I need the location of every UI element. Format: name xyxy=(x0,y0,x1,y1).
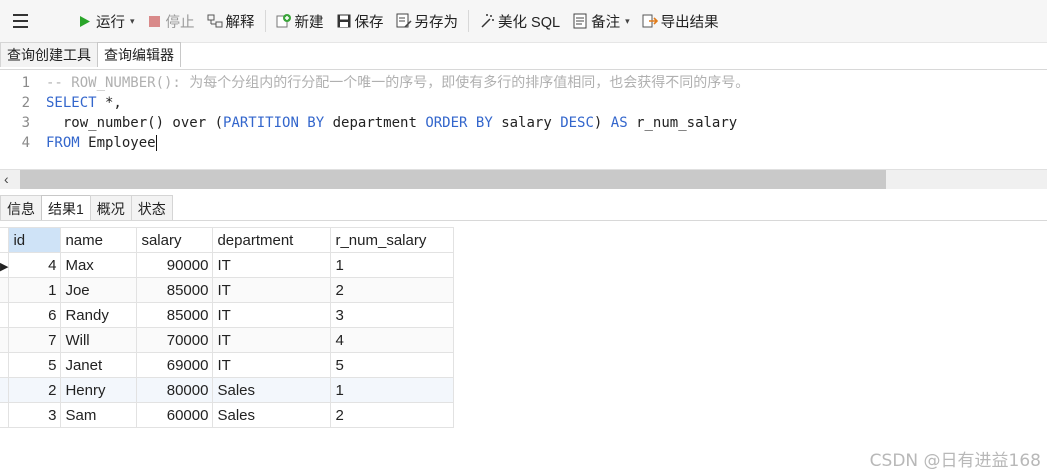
result-grid: id name salary department r_num_salary ▶… xyxy=(0,227,455,428)
save-as-icon xyxy=(396,13,412,29)
tab-info[interactable]: 信息 xyxy=(0,195,42,221)
cell-name[interactable]: Janet xyxy=(60,352,138,378)
export-icon xyxy=(642,13,658,29)
grid-header-row: id name salary department r_num_salary xyxy=(0,227,455,253)
code-line-2: 2 SELECT *, xyxy=(21,95,122,111)
cell-r-num-salary[interactable]: 2 xyxy=(330,277,455,303)
cell-r-num-salary[interactable]: 2 xyxy=(330,402,455,428)
new-query-icon xyxy=(276,13,292,29)
cell-salary[interactable]: 60000 xyxy=(136,402,214,428)
tab-query-editor[interactable]: 查询编辑器 xyxy=(97,42,181,67)
scrollbar-thumb[interactable] xyxy=(20,170,886,189)
cell-department[interactable]: IT xyxy=(212,302,332,328)
cell-r-num-salary[interactable]: 1 xyxy=(330,377,455,403)
tab-result-1[interactable]: 结果1 xyxy=(41,195,91,221)
play-icon xyxy=(77,13,93,29)
cell-department[interactable]: IT xyxy=(212,327,332,353)
explain-icon xyxy=(207,13,223,29)
table-row[interactable]: 6 Randy 85000 IT 3 xyxy=(0,302,455,328)
table-row[interactable]: 1 Joe 85000 IT 2 xyxy=(0,277,455,303)
cell-r-num-salary[interactable]: 3 xyxy=(330,302,455,328)
column-header-id[interactable]: id xyxy=(8,227,62,253)
save-as-button[interactable]: 另存为 xyxy=(390,8,465,34)
cell-salary[interactable]: 90000 xyxy=(136,252,214,278)
stop-button[interactable]: 停止 xyxy=(141,8,201,34)
cell-r-num-salary[interactable]: 4 xyxy=(330,327,455,353)
table-row[interactable]: 5 Janet 69000 IT 5 xyxy=(0,352,455,378)
export-results-button[interactable]: 导出结果 xyxy=(636,8,725,34)
editor-horizontal-scrollbar[interactable]: ‹ xyxy=(0,169,1047,189)
cell-name[interactable]: Joe xyxy=(60,277,138,303)
column-header-r-num-salary[interactable]: r_num_salary xyxy=(330,227,455,253)
column-header-department[interactable]: department xyxy=(212,227,332,253)
text-cursor xyxy=(155,135,157,151)
cell-department[interactable]: Sales xyxy=(212,402,332,428)
cell-r-num-salary[interactable]: 5 xyxy=(330,352,455,378)
toolbar: 运行 ▾ 停止 解释 新建 保存 另存为 美化 SQL 备注 ▾ 导出结果 xyxy=(0,0,1047,43)
sql-editor[interactable]: 1 -- ROW_NUMBER(): 为每个分组内的行分配一个唯一的序号，即使有多… xyxy=(0,69,1047,170)
cell-salary[interactable]: 85000 xyxy=(136,277,214,303)
chevron-down-icon[interactable]: ▾ xyxy=(130,16,135,27)
cell-name[interactable]: Randy xyxy=(60,302,138,328)
explain-button[interactable]: 解释 xyxy=(201,8,261,34)
tab-status[interactable]: 状态 xyxy=(130,195,173,221)
current-row-marker-icon: ▶ xyxy=(0,252,10,278)
cell-department[interactable]: IT xyxy=(212,277,332,303)
cell-name[interactable]: Sam xyxy=(60,402,138,428)
result-tabs: 信息 结果1 概况 状态 xyxy=(0,195,173,221)
table-row[interactable]: 2 Henry 80000 Sales 1 xyxy=(0,377,455,403)
tab-query-builder[interactable]: 查询创建工具 xyxy=(0,42,98,67)
sql-comment: -- ROW_NUMBER(): 为每个分组内的行分配一个唯一的序号，即使有多行… xyxy=(46,75,750,91)
table-row[interactable]: 7 Will 70000 IT 4 xyxy=(0,327,455,353)
code-line-3: 3 row_number() over (PARTITION BY depart… xyxy=(21,115,738,131)
menu-icon[interactable] xyxy=(13,10,35,32)
cell-name[interactable]: Henry xyxy=(60,377,138,403)
cell-salary[interactable]: 70000 xyxy=(136,327,214,353)
scroll-left-icon[interactable]: ‹ xyxy=(4,170,9,189)
editor-tabs: 查询创建工具 查询编辑器 xyxy=(0,42,181,67)
notes-button[interactable]: 备注 ▾ xyxy=(566,8,636,34)
cell-r-num-salary[interactable]: 1 xyxy=(330,252,455,278)
beautify-sql-button[interactable]: 美化 SQL xyxy=(473,8,566,34)
cell-department[interactable]: IT xyxy=(212,352,332,378)
cell-salary[interactable]: 69000 xyxy=(136,352,214,378)
toolbar-divider xyxy=(264,10,266,32)
code-line-1: 1 -- ROW_NUMBER(): 为每个分组内的行分配一个唯一的序号，即使有多… xyxy=(21,75,750,91)
cell-name[interactable]: Will xyxy=(60,327,138,353)
cell-id[interactable]: 7 xyxy=(8,327,62,353)
cell-id[interactable]: 4 xyxy=(8,252,62,278)
save-icon xyxy=(336,13,352,29)
cell-name[interactable]: Max xyxy=(60,252,138,278)
table-row[interactable]: 3 Sam 60000 Sales 2 xyxy=(0,402,455,428)
magic-wand-icon xyxy=(479,13,495,29)
cell-id[interactable]: 6 xyxy=(8,302,62,328)
row-header-corner xyxy=(0,227,10,253)
cell-id[interactable]: 1 xyxy=(8,277,62,303)
cell-salary[interactable]: 85000 xyxy=(136,302,214,328)
cell-department[interactable]: IT xyxy=(212,252,332,278)
new-button[interactable]: 新建 xyxy=(270,8,330,34)
note-icon xyxy=(572,13,588,29)
watermark: CSDN @日有进益168 xyxy=(869,451,1041,471)
tab-overview[interactable]: 概况 xyxy=(89,195,132,221)
cell-id[interactable]: 5 xyxy=(8,352,62,378)
cell-id[interactable]: 3 xyxy=(8,402,62,428)
cell-id[interactable]: 2 xyxy=(8,377,62,403)
column-header-salary[interactable]: salary xyxy=(136,227,214,253)
result-divider xyxy=(0,220,1047,221)
column-header-name[interactable]: name xyxy=(60,227,138,253)
table-row[interactable]: ▶ 4 Max 90000 IT 1 xyxy=(0,252,455,278)
stop-icon xyxy=(147,13,163,29)
code-line-4: 4 FROM Employee xyxy=(21,135,157,151)
save-button[interactable]: 保存 xyxy=(330,8,390,34)
cell-salary[interactable]: 80000 xyxy=(136,377,214,403)
run-button[interactable]: 运行 ▾ xyxy=(71,8,141,34)
toolbar-divider xyxy=(468,10,470,32)
chevron-down-icon[interactable]: ▾ xyxy=(625,16,630,27)
cell-department[interactable]: Sales xyxy=(212,377,332,403)
